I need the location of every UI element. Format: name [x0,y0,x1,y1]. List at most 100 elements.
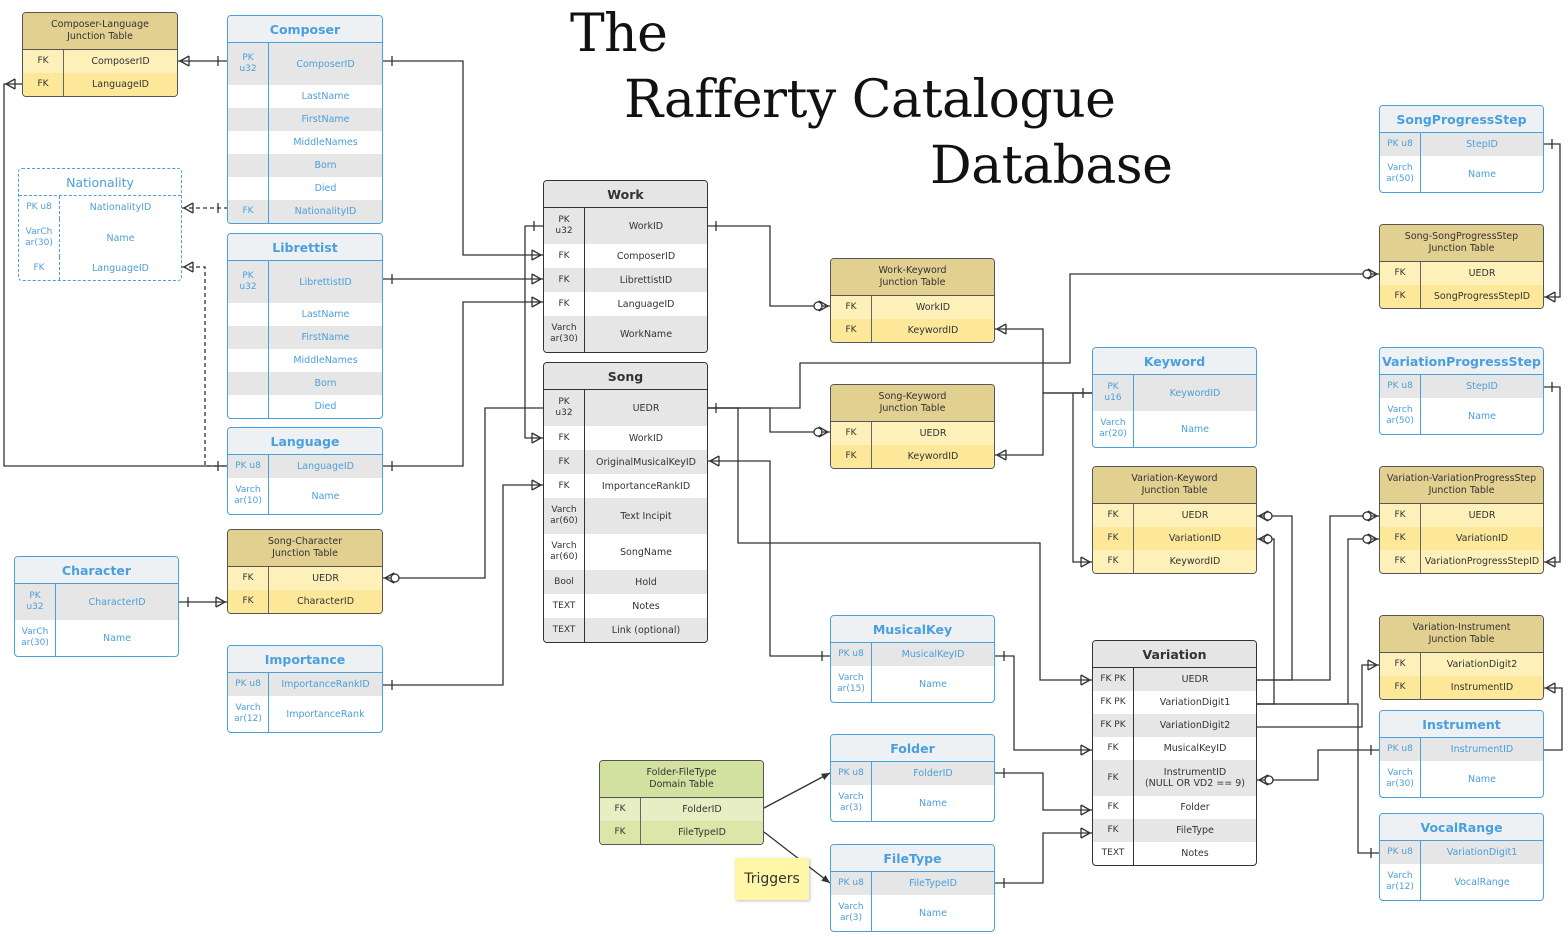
relationship-line [995,655,1092,751]
table-row: FK PK VariationDigit1 [1093,691,1256,714]
table-row: FK UEDR [1093,504,1256,527]
field-cell: ComposerID [91,56,150,67]
relationship-line [383,60,543,256]
table-row: Varch ar(30) WorkName [544,316,707,352]
nationality-table: Nationality PK u8 NationalityID VarCh ar(30… [18,168,182,281]
field-cell: Folder [1180,802,1210,813]
variation-instrument-table: Variation-Instrument Junction Table FK Var… [1379,615,1544,700]
field-cell: UEDR [1468,510,1496,521]
key-cell: PK u8 [831,643,872,666]
table-row: PK u8 StepID [1380,133,1543,156]
field-cell: FirstName [301,332,350,343]
table-row: Died [228,395,382,418]
field-cell: MusicalKeyID [901,649,965,660]
variation-table: Variation FK PK UEDR FK PK VariationDigit1 FK… [1092,640,1257,866]
field-cell: VariationProgressStepID [1424,556,1540,567]
field-cell: VariationDigit2 [1159,720,1231,731]
field-cell: NationalityID [89,202,152,213]
key-cell: FK [831,445,872,468]
table-row: PK u32 UEDR [544,390,707,426]
filetype-table-title: FileType [831,845,994,872]
key-cell: FK [544,474,585,498]
key-cell: FK [1093,796,1134,819]
table-row: FK WorkID [544,426,707,450]
table-row: FK NationalityID [228,200,382,223]
table-row: Varch ar(60) Text Incipit [544,498,707,534]
table-row: Varch ar(3) Name [831,895,994,931]
key-cell: Varch ar(3) [831,785,872,821]
table-row: FK ImportanceRankID [544,474,707,498]
field-cell: ImportanceRank [286,708,365,720]
key-cell [228,395,269,418]
triggers-note: Triggers [735,858,809,900]
key-cell: FK [1093,760,1134,796]
table-row: VarCh ar(30) Name [19,219,181,257]
relationship-line [1257,515,1379,681]
vocalrange-table: VocalRange PK u8 VariationDigit1 Varch ar(1… [1379,813,1544,901]
field-cell: Died [314,183,337,194]
field-cell: MiddleNames [293,355,358,366]
table-row: FK VariationProgressStepID [1380,550,1543,573]
field-cell: UEDR [1468,268,1496,279]
key-cell: FK [831,422,872,445]
folder-table: Folder PK u8 FolderID Varch ar(3) Name [830,734,995,822]
composer-table-title: Composer [228,16,382,43]
table-row: FK Folder [1093,796,1256,819]
field-cell: WorkID [915,302,951,313]
relationship-line [1257,664,1379,728]
key-cell: FK [831,296,872,319]
table-row: FK SongProgressStepID [1380,285,1543,308]
folder-filetype-table: Folder-FileType Domain Table FK FolderID FK… [599,760,764,845]
table-row: Varch ar(12) VocalRange [1380,864,1543,900]
key-cell: FK [544,244,585,268]
table-row: Born [228,154,382,177]
table-row: MiddleNames [228,131,382,154]
table-row: LastName [228,85,382,108]
field-cell: Name [1467,410,1497,422]
table-row: FK WorkID [831,296,994,319]
musicalkey-table: MusicalKey PK u8 MusicalKeyID Varch ar(15) N… [830,615,995,703]
keyword-table: Keyword PK u16 KeywordID Varch ar(20) Name [1092,347,1257,448]
field-cell: UEDR [632,402,660,414]
relationship-line [763,772,831,809]
field-cell: VariationDigit1 [1159,697,1231,708]
optional-marker [813,301,823,311]
key-cell [228,349,269,372]
title-line-1: The [570,4,668,64]
field-cell: Name [102,632,132,644]
field-cell: LastName [301,309,350,320]
folder-filetype-table-title: Folder-FileType Domain Table [600,761,763,798]
key-cell: FK [1380,676,1421,699]
librettist-table-title: Librettist [228,234,382,261]
key-cell: PK u32 [544,208,585,244]
character-table: Character PK u32 CharacterID VarCh ar(30) Na… [14,556,179,657]
key-cell: PK u8 [1380,375,1421,398]
table-row: FK CharacterID [228,590,382,613]
key-cell: TEXT [544,618,585,642]
field-cell: MiddleNames [293,137,358,148]
key-cell: TEXT [544,594,585,618]
variation-table-title: Variation [1093,641,1256,668]
relationship-line [995,328,1092,394]
field-cell: WorkID [628,432,664,444]
filetype-table: FileType PK u8 FileTypeID Varch ar(3) Name [830,844,995,932]
work-keyword-table: Work-Keyword Junction Table FK WorkID FK Key… [830,258,995,343]
key-cell: Varch ar(12) [228,696,269,732]
field-cell: LanguageID [92,79,149,90]
field-cell: Name [918,907,948,919]
key-cell: FK PK [1093,668,1134,691]
field-cell: NationalityID [294,206,357,217]
table-row: Bool Hold [544,570,707,594]
librettist-table: Librettist PK u32 LibrettistID LastName Firs… [227,233,383,419]
table-row: VarCh ar(30) Name [15,620,178,656]
key-cell: PK u8 [228,673,269,696]
relationship-line [1257,538,1379,705]
table-row: FK VariationID [1093,527,1256,550]
key-cell: Varch ar(30) [544,316,585,352]
key-cell: FK PK [1093,691,1134,714]
relationship-line [708,407,830,433]
field-cell: CharacterID [296,596,355,607]
key-cell: Varch ar(12) [1380,864,1421,900]
key-cell: PK u32 [228,261,269,303]
field-cell: LanguageID [92,263,149,274]
